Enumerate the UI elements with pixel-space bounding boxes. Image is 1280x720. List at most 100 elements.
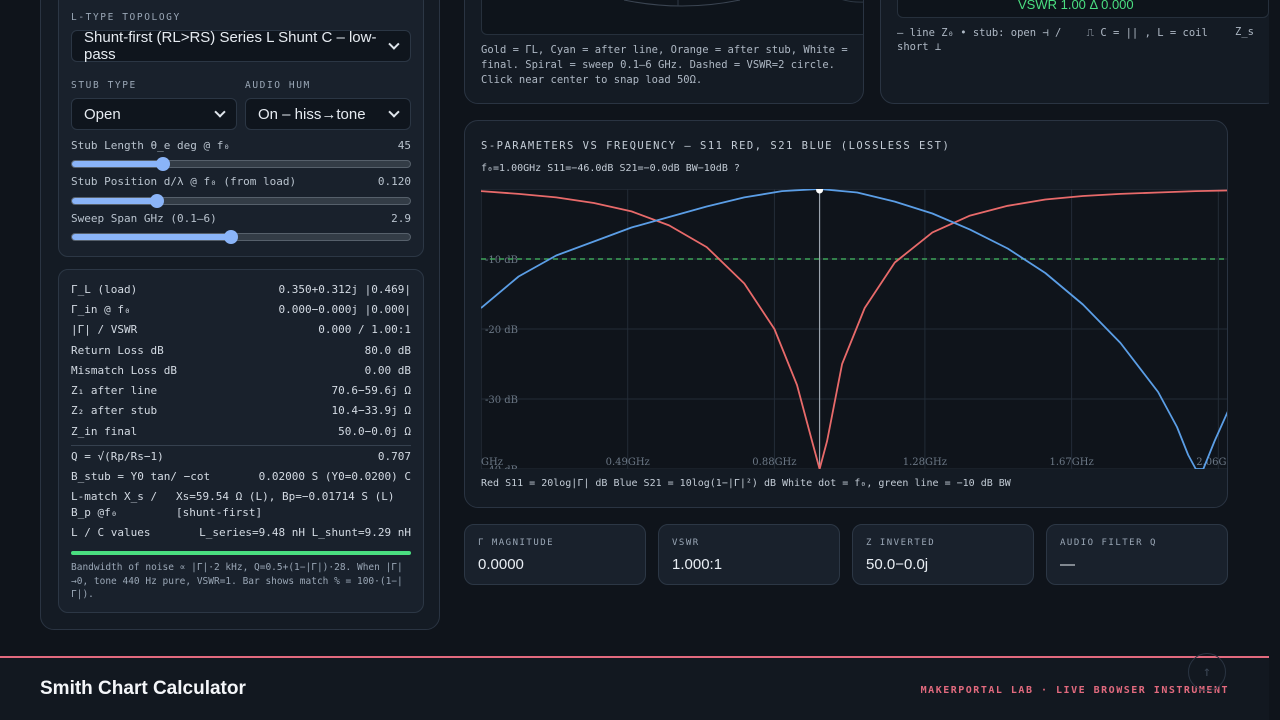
metric-label: Γ MAGNITUDE [478, 538, 555, 548]
metric-label: AUDIO FILTER Q [1060, 538, 1157, 548]
readout-row: Γ_in @ f₀ 0.000−0.000j |0.000| [71, 303, 411, 319]
readout-key: Γ_L (load) [71, 283, 138, 296]
metric-value: 0.0000 [478, 556, 524, 573]
calc-key: L / C values [71, 526, 151, 539]
calc-value: 0.02000 S (Y0=0.0200) C [258, 470, 411, 483]
smith-chart-card: Gold = ΓL, Cyan = after line, Orange = a… [464, 0, 864, 104]
readout-row: Mismatch Loss dB 0.00 dB [71, 364, 411, 380]
stub-position-label: Stub Position d/λ @ f₀ (from load) [71, 175, 297, 188]
calc-row: Q = √(Rp/Rs−1) 0.707 [71, 450, 411, 466]
readout-value: 0.000−0.000j |0.000| [278, 303, 411, 316]
smith-chart-canvas[interactable] [481, 0, 863, 35]
readout-value: 0.000 / 1.00:1 [318, 323, 411, 336]
sweep-span-label: Sweep Span GHz (0.1–6) [71, 212, 217, 225]
smith-caption: Gold = ΓL, Cyan = after line, Orange = a… [481, 44, 848, 86]
readout-row: Γ_L (load) 0.350+0.312j |0.469| [71, 283, 411, 299]
vswr-readout: VSWR 1.00 Δ 0.000 [1018, 0, 1134, 12]
slider-thumb[interactable] [156, 157, 171, 171]
sweep-span-value: 2.9 [391, 212, 411, 225]
chevron-down-icon [388, 106, 400, 118]
calc-row: B_p @f₀ [shunt-first] [71, 506, 411, 522]
calc-row: L / C values L_series=9.48 nH L_shunt=9.2… [71, 526, 411, 542]
calc-value: 0.707 [377, 450, 411, 463]
y-tick-label: -10 dB [485, 255, 518, 266]
page-scrollbar[interactable] [1269, 0, 1280, 720]
x-tick-label: 0.88GHz [752, 457, 796, 468]
audio-hum-select-value: On – hiss→tone [258, 105, 366, 123]
vswr-card: VSWR 1.000:1 [658, 524, 840, 585]
readout-key: Γ_in @ f₀ [71, 303, 131, 316]
readout-key: Mismatch Loss dB [71, 364, 177, 377]
slider-thumb[interactable] [223, 230, 238, 244]
calc-value: Xs=59.54 Ω (L), Bp=−0.01714 S (L) [176, 490, 395, 503]
controls-card: L-TYPE TOPOLOGY Shunt-first (RL>RS) Seri… [58, 0, 424, 257]
readout-value: 50.0−0.0j Ω [338, 425, 411, 438]
y-tick-label: -30 dB [485, 395, 518, 406]
metric-label: Z INVERTED [866, 538, 936, 548]
stub-type-select[interactable]: Open [71, 98, 237, 130]
x-tick-label: GHz [481, 457, 503, 468]
schematic-canvas: VSWR 1.00 Δ 0.000 [897, 0, 1269, 18]
slider-thumb[interactable] [149, 194, 164, 208]
audio-hum-label: AUDIO HUM [245, 80, 311, 91]
stub-length-label: Stub Length θ_e deg @ f₀ [71, 139, 230, 152]
x-tick-label: 0.49GHz [606, 457, 650, 468]
s-parameter-card: S-PARAMETERS VS FREQUENCY — S11 RED, S21… [464, 120, 1228, 508]
audio-hum-select[interactable]: On – hiss→tone [245, 98, 411, 130]
s-parameter-plot[interactable]: -10 dB-20 dB-30 dB-40 dBGHz0.49GHz0.88GH… [481, 189, 1228, 469]
readout-key: Return Loss dB [71, 344, 164, 357]
calc-key: B_stub = Y0 tan/ −cot [71, 470, 211, 483]
match-bar [71, 551, 411, 555]
readout-row: |Γ| / VSWR 0.000 / 1.00:1 [71, 323, 411, 339]
calc-value: L_series=9.48 nH L_shunt=9.29 nH [199, 526, 411, 539]
calc-row: B_stub = Y0 tan/ −cot 0.02000 S (Y0=0.020… [71, 470, 411, 486]
readout-value: 10.4−33.9j Ω [331, 404, 411, 417]
match-schematic-card: VSWR 1.00 Δ 0.000 — line Z₀ • stub: open… [880, 0, 1280, 104]
stub-type-label: STUB TYPE [71, 80, 137, 91]
stub-position-row: Stub Position d/λ @ f₀ (from load) 0.120 [71, 175, 411, 188]
slider-fill [72, 198, 157, 204]
metric-value: 50.0−0.0j [866, 556, 929, 573]
readout-row: Z₂ after stub 10.4−33.9j Ω [71, 404, 411, 420]
noise-note: Bandwidth of noise ∝ |Γ|·2 kHz, Q=0.5+(1… [71, 562, 403, 600]
footer: Smith Chart Calculator MAKERPORTAL LAB ·… [0, 653, 1269, 720]
stub-length-value: 45 [397, 139, 411, 152]
schematic-legend: — line Z₀ • stub: open ⊣ / ⎍ C = || , L … [897, 27, 1208, 39]
stub-type-select-value: Open [84, 105, 121, 123]
calc-key: L-match X_s / [71, 490, 158, 503]
metric-value: 1.000:1 [672, 556, 723, 573]
readout-card: Γ_L (load) 0.350+0.312j |0.469| Γ_in @ f₀… [58, 269, 424, 613]
audio-filter-q-card: AUDIO FILTER Q — [1046, 524, 1228, 585]
calc-key: Q = √(Rp/Rs−1) [71, 450, 164, 463]
s-parameter-readout: f₀=1.00GHz S11=−46.0dB S21=−0.0dB BW−10d… [481, 163, 740, 174]
topology-select-value: Shunt-first (RL>RS) Series L Shunt C – l… [84, 29, 377, 63]
calc-value: [shunt-first] [176, 506, 263, 519]
readout-key: Z₁ after line [71, 384, 158, 397]
z-inverted-card: Z INVERTED 50.0−0.0j [852, 524, 1034, 585]
metric-label: VSWR [672, 538, 700, 548]
s-parameter-title: S-PARAMETERS VS FREQUENCY — S11 RED, S21… [481, 140, 951, 152]
smith-arc [842, 0, 863, 3]
y-tick-label: -20 dB [485, 325, 518, 336]
readout-value: 0.350+0.312j |0.469| [278, 283, 411, 296]
topology-label: L-TYPE TOPOLOGY [71, 12, 181, 23]
readout-key: Z₂ after stub [71, 404, 158, 417]
s-parameter-caption: Red S11 = 20log|Γ| dB Blue S21 = 10log(1… [481, 478, 1011, 489]
topology-select[interactable]: Shunt-first (RL>RS) Series L Shunt C – l… [71, 29, 411, 63]
app-brand: Smith Chart Calculator [40, 678, 246, 699]
chevron-down-icon [214, 106, 226, 118]
readout-value: 0.00 dB [364, 364, 411, 377]
x-tick-label: 1.28GHz [903, 457, 947, 468]
stub-position-slider[interactable] [71, 194, 411, 208]
sweep-span-slider[interactable] [71, 230, 411, 244]
readout-key: Z_in final [71, 425, 138, 438]
stub-length-slider[interactable] [71, 157, 411, 171]
arrow-up-icon[interactable]: ↑ [1188, 653, 1226, 691]
metric-value: — [1060, 556, 1075, 573]
x-tick-label: 2.06GHz [1196, 457, 1228, 468]
readout-key: |Γ| / VSWR [71, 323, 138, 336]
schematic-legend-short: short ⊥ [897, 41, 942, 53]
smith-arc [623, 0, 741, 7]
calc-key: B_p @f₀ [71, 506, 118, 519]
readout-row: Z_in final 50.0−0.0j Ω [71, 425, 411, 441]
